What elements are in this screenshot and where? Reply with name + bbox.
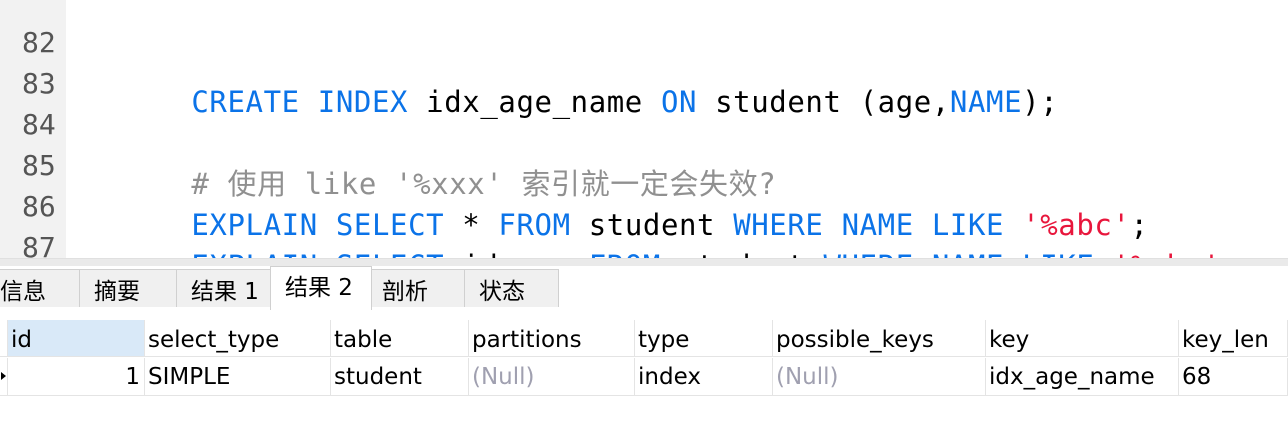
table-cell[interactable]: (Null) [773, 358, 986, 396]
result-tabbar: 信息 摘要 结果 1 结果 2 剖析 状态 [0, 266, 1288, 310]
column-header-possible-keys[interactable]: possible_keys [773, 320, 986, 357]
table-cell[interactable]: index [635, 358, 773, 396]
column-header-key[interactable]: key [986, 320, 1179, 357]
column-header-type[interactable]: type [635, 320, 773, 357]
current-row-indicator[interactable] [0, 358, 8, 396]
table-cell[interactable]: SIMPLE [145, 358, 331, 396]
tab-result-2[interactable]: 结果 2 [270, 266, 372, 310]
code-line[interactable]: 84 # 使用 like '%xxx' 索引就一定会失效? [0, 85, 1288, 201]
table-cell[interactable]: 1 [8, 358, 145, 396]
column-header-partitions[interactable]: partitions [469, 320, 635, 357]
code-line[interactable]: 85 EXPLAIN SELECT * FROM student WHERE N… [0, 126, 1288, 242]
tab-result-1[interactable]: 结果 1 [176, 269, 271, 307]
grid-corner [0, 320, 8, 357]
tab-status[interactable]: 状态 [464, 269, 559, 307]
tab-info[interactable]: 信息 [0, 269, 80, 307]
code-line[interactable]: 86 EXPLAIN SELECT id,age FROM student WH… [0, 167, 1288, 283]
column-header-table[interactable]: table [331, 320, 469, 357]
table-cell[interactable]: 68 [1179, 358, 1288, 396]
result-grid[interactable]: id select_type table partitions type pos… [0, 320, 1288, 436]
code-line[interactable]: 87 [0, 208, 1288, 264]
tab-summary[interactable]: 摘要 [79, 269, 177, 307]
row-pointer-icon [1, 372, 6, 380]
column-header-id[interactable]: id [8, 320, 145, 357]
column-header-select-type[interactable]: select_type [145, 320, 331, 357]
sql-editor[interactable]: 82 CREATE INDEX idx_age_name ON student … [0, 0, 1288, 283]
table-cell[interactable]: student [331, 358, 469, 396]
code-line[interactable]: 82 CREATE INDEX idx_age_name ON student … [0, 3, 1288, 119]
code-line[interactable]: 83 [0, 44, 1288, 100]
table-cell[interactable]: idx_age_name [986, 358, 1179, 396]
column-header-key-len[interactable]: key_len [1179, 320, 1288, 357]
table-cell[interactable]: (Null) [469, 358, 635, 396]
tab-profile[interactable]: 剖析 [371, 269, 465, 307]
